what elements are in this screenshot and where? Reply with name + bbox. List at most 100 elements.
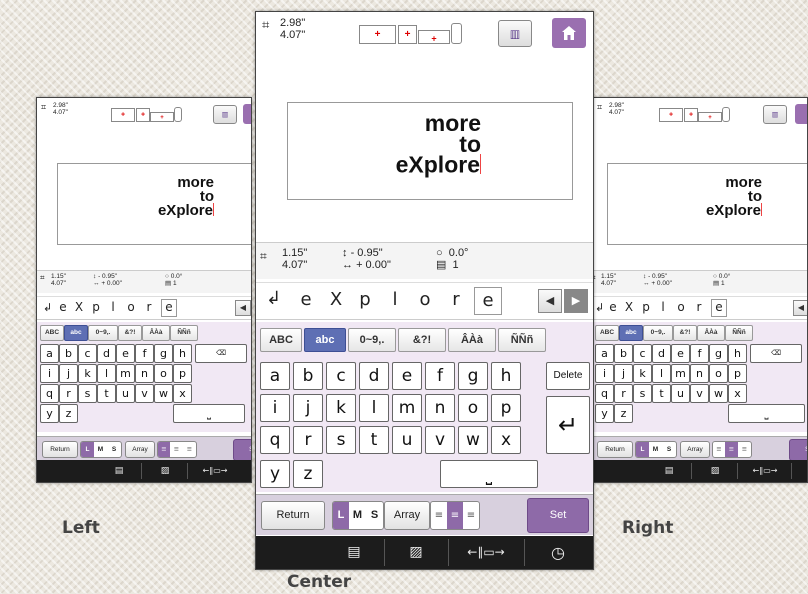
thread-icon[interactable]: ←∥▭→	[741, 460, 789, 482]
key-w[interactable]: w	[458, 426, 488, 454]
cursor-left-button[interactable]: ◀	[793, 300, 807, 316]
key-f[interactable]: f	[425, 362, 455, 390]
key-u[interactable]: u	[392, 426, 422, 454]
key-b[interactable]: b	[59, 344, 78, 363]
align-center[interactable]: ≡	[725, 442, 738, 457]
key-o[interactable]: o	[709, 364, 728, 383]
key-p[interactable]: p	[491, 394, 521, 422]
size-selector[interactable]: L M S	[80, 441, 122, 458]
key-g[interactable]: g	[709, 344, 728, 363]
size-m[interactable]: M	[349, 502, 366, 529]
text-input-row[interactable]: ↲ e X p l o r e ◀	[37, 296, 251, 320]
tab-numbers[interactable]: 0~9,.	[643, 325, 673, 341]
delete-key[interactable]: ⌫	[195, 344, 247, 363]
return-button[interactable]: Return	[597, 441, 633, 458]
key-y[interactable]: y	[260, 460, 290, 488]
key-j[interactable]: j	[614, 364, 633, 383]
key-o[interactable]: o	[458, 394, 488, 422]
set-button[interactable]: Set	[233, 439, 251, 461]
key-g[interactable]: g	[154, 344, 173, 363]
key-t[interactable]: t	[97, 384, 116, 403]
key-x[interactable]: x	[491, 426, 521, 454]
align-right[interactable]: ≡	[738, 442, 751, 457]
delete-key[interactable]: Delete	[546, 362, 590, 390]
alignment-selector[interactable]: ≡ ≡ ≡	[430, 501, 480, 530]
key-e[interactable]: e	[392, 362, 422, 390]
key-a[interactable]: a	[40, 344, 59, 363]
key-g[interactable]: g	[458, 362, 488, 390]
key-i[interactable]: i	[40, 364, 59, 383]
delete-key[interactable]: ⌫	[750, 344, 802, 363]
thumbnail-button[interactable]: ▥	[763, 105, 787, 124]
tab-accented[interactable]: ÂÀà	[448, 328, 496, 352]
key-q[interactable]: q	[40, 384, 59, 403]
key-z[interactable]: z	[614, 404, 633, 423]
alignment-selector[interactable]: ≡ ≡ ≡	[157, 441, 197, 458]
key-d[interactable]: d	[97, 344, 116, 363]
key-e[interactable]: e	[671, 344, 690, 363]
thumbnail-button[interactable]: ▥	[213, 105, 237, 124]
hoop-frame-small[interactable]	[451, 23, 462, 44]
text-input-row[interactable]: ↲ e X p l o r e ◀ ▶	[256, 282, 593, 320]
thumbnail-button[interactable]: ▥	[498, 20, 532, 47]
home-button[interactable]	[243, 104, 251, 124]
key-s[interactable]: s	[633, 384, 652, 403]
tab-uppercase[interactable]: ABC	[40, 325, 64, 341]
align-left[interactable]: ≡	[158, 442, 170, 457]
key-p[interactable]: p	[173, 364, 192, 383]
hoop-frame-large[interactable]: +	[659, 108, 683, 122]
key-o[interactable]: o	[154, 364, 173, 383]
array-button[interactable]: Array	[125, 441, 155, 458]
key-b[interactable]: b	[293, 362, 323, 390]
key-u[interactable]: u	[116, 384, 135, 403]
file-icon[interactable]: ▤	[649, 460, 689, 482]
return-button[interactable]: Return	[42, 441, 78, 458]
size-m[interactable]: M	[94, 442, 107, 457]
key-q[interactable]: q	[260, 426, 290, 454]
key-x[interactable]: x	[728, 384, 747, 403]
key-t[interactable]: t	[652, 384, 671, 403]
home-button[interactable]	[552, 18, 586, 48]
help-icon[interactable]: ▨	[386, 536, 446, 569]
align-left[interactable]: ≡	[713, 442, 725, 457]
key-d[interactable]: d	[359, 362, 389, 390]
key-a[interactable]: a	[260, 362, 290, 390]
cursor-right-button[interactable]: ▶	[564, 289, 588, 313]
key-j[interactable]: j	[293, 394, 323, 422]
key-r[interactable]: r	[293, 426, 323, 454]
key-w[interactable]: w	[709, 384, 728, 403]
key-v[interactable]: v	[425, 426, 455, 454]
tab-special[interactable]: ÑÑñ	[725, 325, 753, 341]
key-z[interactable]: z	[59, 404, 78, 423]
size-s[interactable]: S	[366, 502, 383, 529]
key-n[interactable]: n	[425, 394, 455, 422]
tab-special[interactable]: ÑÑñ	[498, 328, 546, 352]
size-l[interactable]: L	[636, 442, 649, 457]
key-f[interactable]: f	[690, 344, 709, 363]
file-icon[interactable]: ▤	[99, 460, 139, 482]
key-r[interactable]: r	[614, 384, 633, 403]
key-c[interactable]: c	[633, 344, 652, 363]
align-center[interactable]: ≡	[170, 442, 183, 457]
key-m[interactable]: m	[671, 364, 690, 383]
key-j[interactable]: j	[59, 364, 78, 383]
file-icon[interactable]: ▤	[326, 536, 382, 569]
align-center[interactable]: ≡	[447, 502, 463, 529]
tab-symbols[interactable]: &?!	[673, 325, 697, 341]
hoop-frame-wide[interactable]: +	[418, 30, 450, 44]
key-k[interactable]: k	[78, 364, 97, 383]
key-d[interactable]: d	[652, 344, 671, 363]
key-i[interactable]: i	[595, 364, 614, 383]
cursor-left-button[interactable]: ◀	[235, 300, 251, 316]
hoop-frame-large[interactable]: +	[111, 108, 135, 122]
hoop-frame-small[interactable]	[722, 107, 730, 122]
tab-lowercase[interactable]: abc	[64, 325, 88, 341]
key-b[interactable]: b	[614, 344, 633, 363]
size-s[interactable]: S	[662, 442, 676, 457]
key-t[interactable]: t	[359, 426, 389, 454]
size-s[interactable]: S	[107, 442, 121, 457]
key-l[interactable]: l	[652, 364, 671, 383]
hoop-frame-small[interactable]	[174, 107, 182, 122]
key-f[interactable]: f	[135, 344, 154, 363]
text-input-row[interactable]: ↲ e X p l o r e ◀	[593, 296, 807, 320]
